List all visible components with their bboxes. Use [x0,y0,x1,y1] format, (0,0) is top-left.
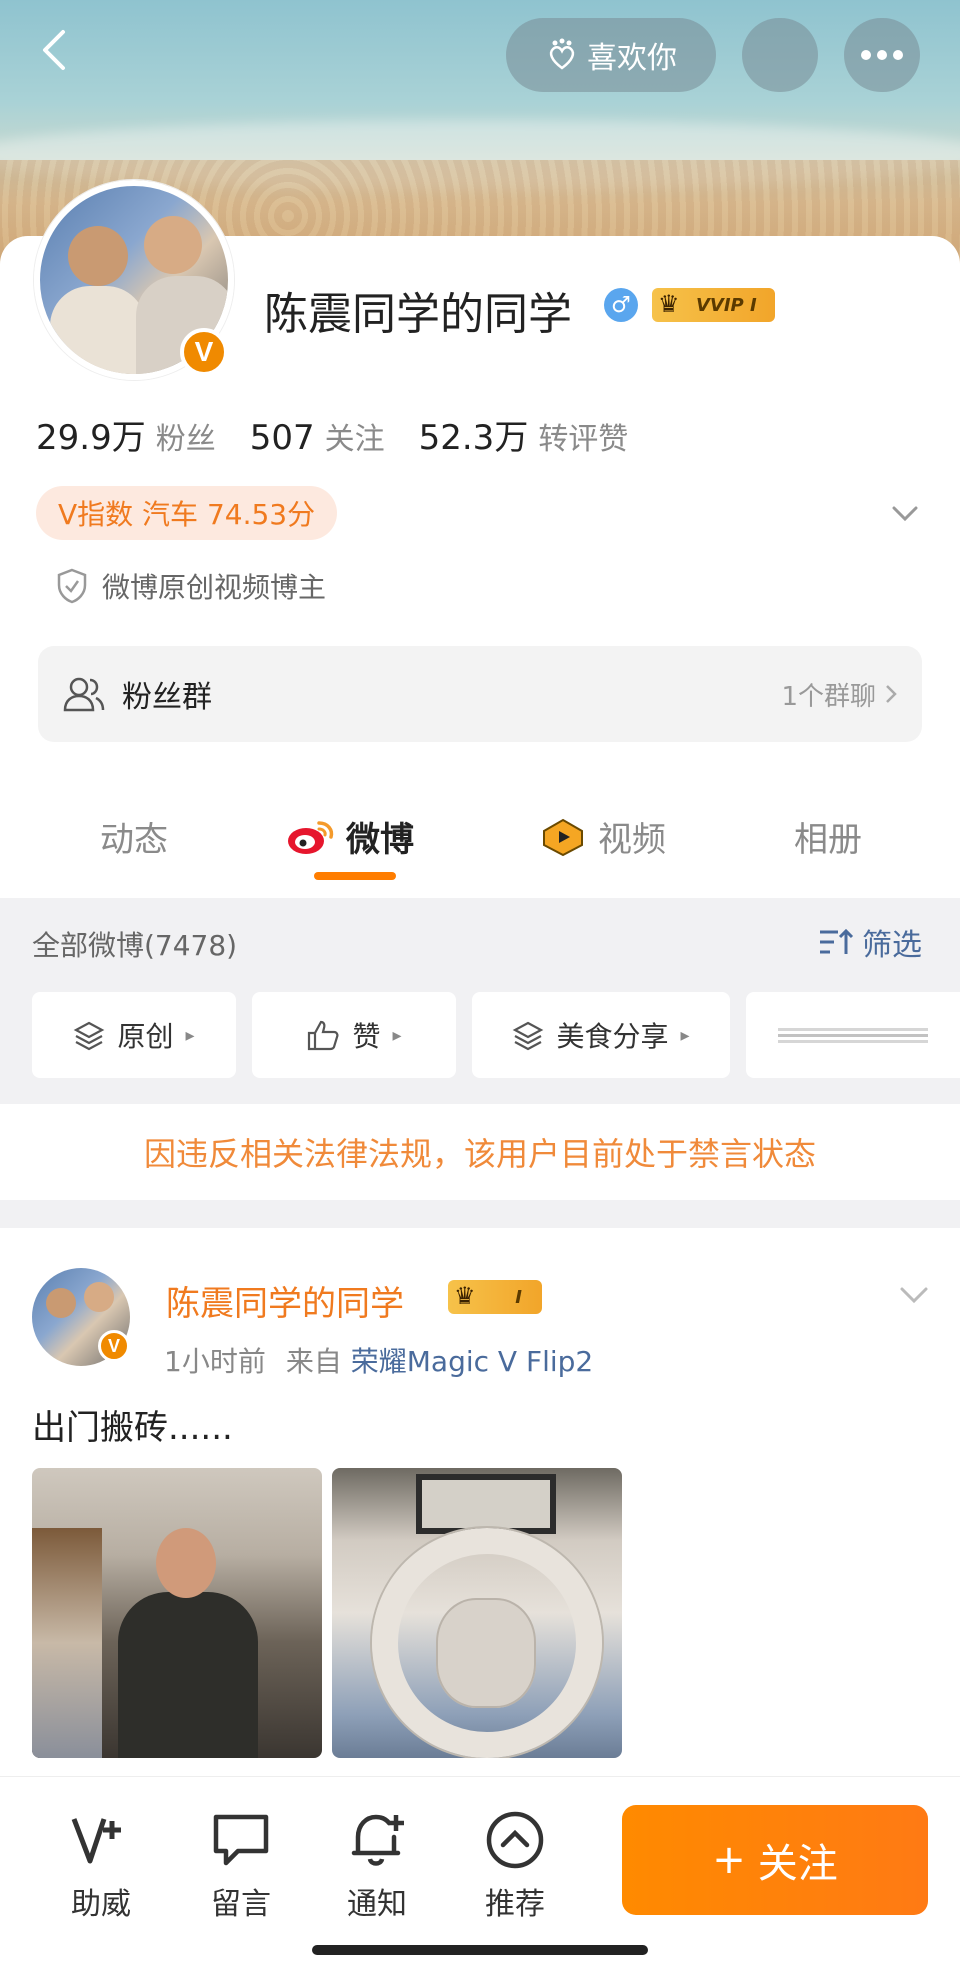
profile-stats: 29.9万 粉丝 507 关注 52.3万 转评赞 [36,410,628,459]
vvip-label: VVIP I [696,294,757,316]
profile-tabs: 动态 微博 视频 相册 [0,800,960,888]
follow-button[interactable]: + 关注 [622,1805,928,1915]
certification-label: 微博原创视频博主 [102,571,327,604]
chip-original[interactable]: 原创 ▸ [32,992,236,1078]
cheer-button[interactable]: 助威 [46,1807,156,1923]
filter-sort-icon [820,928,854,954]
fan-group-label: 粉丝群 [122,680,212,715]
post-from-label: 来自 [285,1345,342,1378]
post-source[interactable]: 荣耀Magic V Flip2 [351,1345,593,1378]
post-verified-badge: V [98,1330,130,1362]
stat-reposts-comments-likes[interactable]: 52.3万 转评赞 [419,410,629,459]
post-meta: 1小时前 来自 荣耀Magic V Flip2 [164,1340,593,1380]
post-author-name[interactable]: 陈震同学的同学 [166,1276,404,1325]
weibo-filter-area: 全部微博(7478) 筛选 原创 ▸ 赞 ▸ 美食分享 ▸ [0,898,960,1104]
certification: 微博原创视频博主 [56,566,326,606]
chip-liked[interactable]: 赞 ▸ [252,992,456,1078]
action-button-blank[interactable] [742,18,818,92]
video-play-icon [543,818,583,856]
like-you-button[interactable]: 喜欢你 [506,18,716,92]
active-tab-indicator [314,872,396,880]
tab-album[interactable]: 相册 [794,812,862,861]
more-dots-icon [861,50,903,60]
vvip-badge[interactable]: ♛ VVIP I [652,288,775,322]
post-vip-badge[interactable]: ♛ I [448,1280,542,1314]
thumbs-up-icon [308,1020,339,1051]
profile-name: 陈震同学的同学 [264,289,572,340]
filter-button[interactable]: 筛选 [818,920,922,964]
layers-icon [74,1021,105,1051]
crown-icon: ♛ [658,290,680,318]
shield-check-icon [57,568,87,604]
expand-chevron-icon[interactable] [888,496,922,530]
v-index-badge[interactable]: V指数 汽车 74.53分 [36,486,338,540]
bell-plus-icon [351,1814,404,1866]
like-you-label: 喜欢你 [587,41,677,76]
post-menu-chevron-icon[interactable] [896,1276,932,1312]
recommend-button[interactable]: 推荐 [460,1807,570,1923]
verified-badge: V [180,328,228,376]
notify-button[interactable]: 通知 [322,1807,432,1923]
home-indicator [312,1945,648,1955]
post-photo-selfie[interactable] [32,1468,322,1758]
group-users-icon [63,677,105,712]
tab-video[interactable]: 视频 [538,812,666,861]
back-arrow-icon [43,30,65,70]
chevron-up-circle-icon [486,1811,544,1869]
weibo-logo-icon [288,820,334,854]
post-text: 出门搬砖...... [32,1408,233,1448]
all-weibo-count: 全部微博(7478) [32,929,238,962]
post-photo-steering-wheel[interactable] [332,1468,622,1758]
cheer-v-plus-icon [71,1818,121,1864]
chip-obscured[interactable] [746,992,960,1078]
chat-bubble-icon [213,1814,269,1866]
chevron-right-icon [886,685,897,703]
post-time: 1小时前 [164,1345,266,1378]
crown-icon: ♛ [454,1282,476,1310]
back-button[interactable] [26,22,82,78]
stat-following[interactable]: 507 关注 [250,414,385,458]
blurred-placeholder [778,1028,928,1043]
tab-dynamic[interactable]: 动态 [100,812,168,861]
banned-notice: 因违反相关法律法规，该用户目前处于禁言状态 [0,1104,960,1200]
message-button[interactable]: 留言 [186,1807,296,1923]
fan-group-count: 1个群聊 [781,676,898,713]
layers-icon [513,1021,544,1051]
bottom-action-bar: 助威 留言 通知 推荐 + 关注 [0,1776,960,1971]
chip-food-share[interactable]: 美食分享 ▸ [472,992,730,1078]
fan-group-row[interactable]: 粉丝群 1个群聊 [38,646,922,742]
male-icon: ♂ [604,288,638,322]
paw-heart-icon [549,38,575,70]
more-button[interactable] [844,18,920,92]
tab-weibo[interactable]: 微博 [286,812,414,861]
plus-icon: + [712,1837,746,1883]
stat-fans[interactable]: 29.9万 粉丝 [36,410,216,459]
section-divider [0,1200,960,1228]
